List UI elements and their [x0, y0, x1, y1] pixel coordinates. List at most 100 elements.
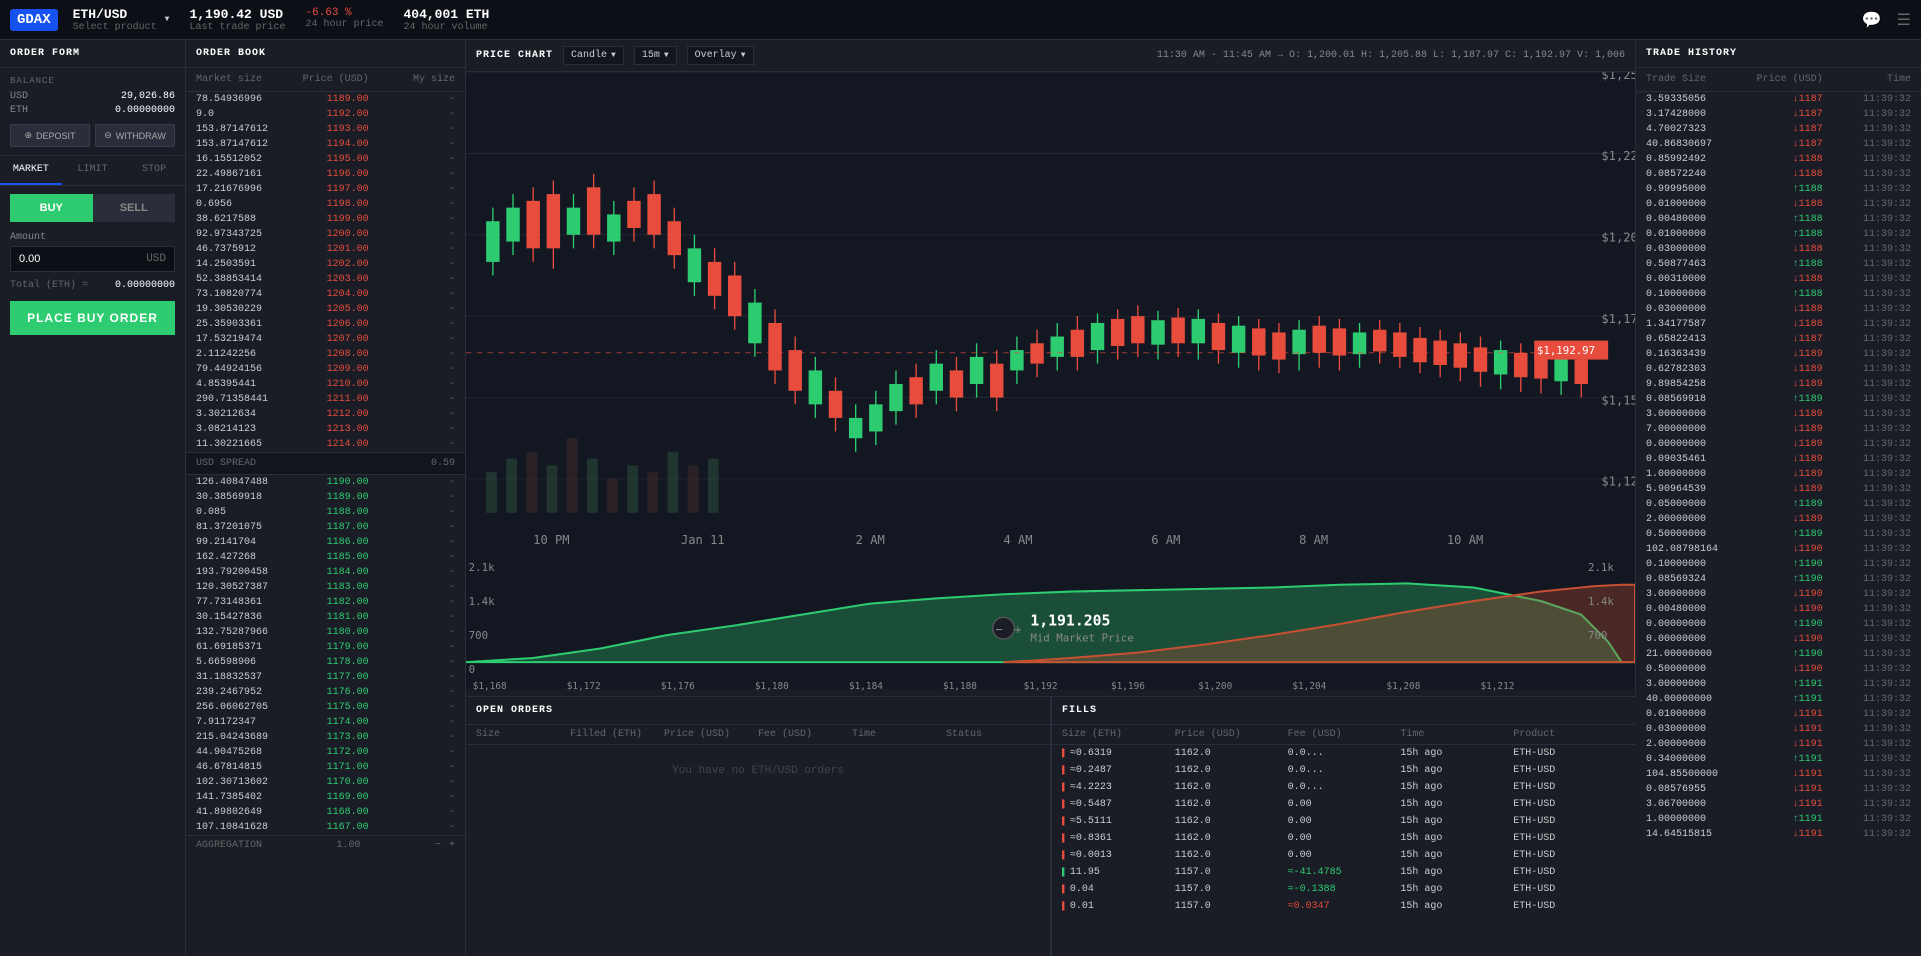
ob-bid-size: 81.37201075 [196, 522, 282, 533]
trade-size: 0.03000000 [1646, 244, 1734, 255]
trade-price: ↑1188 [1734, 184, 1822, 195]
trade-time: 11:39:32 [1823, 814, 1911, 825]
balance-actions: ⊕ DEPOSIT ⊖ WITHDRAW [10, 124, 175, 147]
ob-bid-row[interactable]: 162.427268 1185.00 - [186, 550, 465, 565]
ob-bid-mysize: - [369, 627, 455, 638]
ob-ask-row[interactable]: 46.7375912 1201.00 - [186, 242, 465, 257]
ob-ask-row[interactable]: 4.85395441 1210.00 - [186, 377, 465, 392]
ob-bid-row[interactable]: 7.91172347 1174.00 - [186, 715, 465, 730]
ob-ask-price: 1197.00 [282, 184, 368, 195]
ob-bid-row[interactable]: 5.66598906 1178.00 - [186, 655, 465, 670]
deposit-button[interactable]: ⊕ DEPOSIT [10, 124, 90, 147]
ob-bid-price: 1188.00 [282, 507, 368, 518]
ob-bid-size: 77.73148361 [196, 597, 282, 608]
trade-history-row: 3.06700000 ↓1191 11:39:32 [1636, 797, 1921, 812]
agg-increase-button[interactable]: + [449, 840, 455, 851]
tab-market[interactable]: MARKET [0, 156, 62, 185]
ob-bid-size: 41.89802649 [196, 807, 282, 818]
buy-sell-btns: BUY SELL [10, 194, 175, 222]
sell-button[interactable]: SELL [93, 194, 176, 222]
tab-limit[interactable]: LIMIT [62, 156, 124, 185]
ob-ask-row[interactable]: 79.44924156 1209.00 - [186, 362, 465, 377]
trade-time: 11:39:32 [1823, 424, 1911, 435]
ob-bid-row[interactable]: 44.90475268 1172.00 - [186, 745, 465, 760]
ob-ask-row[interactable]: 290.71358441 1211.00 - [186, 392, 465, 407]
place-order-button[interactable]: PLACE BUY ORDER [10, 301, 175, 335]
ob-ask-row[interactable]: 3.08214123 1213.00 - [186, 422, 465, 437]
trade-history-row: 0.00480000 ↑1188 11:39:32 [1636, 212, 1921, 227]
ob-ask-row[interactable]: 0.6956 1198.00 - [186, 197, 465, 212]
candle-control[interactable]: Candle ▼ [563, 46, 624, 65]
ob-bid-row[interactable]: 41.89802649 1168.00 - [186, 805, 465, 820]
ob-bid-row[interactable]: 99.2141704 1186.00 - [186, 535, 465, 550]
tab-stop[interactable]: STOP [123, 156, 185, 185]
ob-ask-row[interactable]: 3.30212634 1212.00 - [186, 407, 465, 422]
ob-bid-row[interactable]: 193.79200458 1184.00 - [186, 565, 465, 580]
ob-ask-row[interactable]: 52.38853414 1203.00 - [186, 272, 465, 287]
overlay-control[interactable]: Overlay ▼ [687, 46, 754, 65]
ob-bid-row[interactable]: 61.69185371 1179.00 - [186, 640, 465, 655]
trade-size: 0.05000000 [1646, 499, 1734, 510]
ob-bid-row[interactable]: 77.73148361 1182.00 - [186, 595, 465, 610]
svg-text:0: 0 [469, 663, 475, 676]
withdraw-button[interactable]: ⊖ WITHDRAW [95, 124, 175, 147]
ob-ask-row[interactable]: 14.2503591 1202.00 - [186, 257, 465, 272]
ob-bid-row[interactable]: 30.15427836 1181.00 - [186, 610, 465, 625]
ob-ask-row[interactable]: 153.87147612 1194.00 - [186, 137, 465, 152]
fill-time: 15h ago [1400, 748, 1513, 759]
ob-bid-price: 1180.00 [282, 627, 368, 638]
ob-bid-row[interactable]: 215.04243689 1173.00 - [186, 730, 465, 745]
ob-bid-row[interactable]: 31.18832537 1177.00 - [186, 670, 465, 685]
order-form-panel: ORDER FORM BALANCE USD 29,026.86 ETH 0.0… [0, 40, 186, 956]
ob-ask-row[interactable]: 16.15512052 1195.00 - [186, 152, 465, 167]
ob-ask-row[interactable]: 78.54936996 1189.00 - [186, 92, 465, 107]
trade-size: 40.00000000 [1646, 694, 1734, 705]
ob-ask-row[interactable]: 9.0 1192.00 - [186, 107, 465, 122]
ob-ask-mysize: - [369, 394, 455, 405]
trade-size: 0.65822413 [1646, 334, 1734, 345]
ob-bid-row[interactable]: 256.06062705 1175.00 - [186, 700, 465, 715]
ob-ask-row[interactable]: 92.97343725 1200.00 - [186, 227, 465, 242]
ob-bid-row[interactable]: 102.30713602 1170.00 - [186, 775, 465, 790]
product-selector[interactable]: ETH/USD Select product ▼ [73, 7, 170, 33]
ob-bid-row[interactable]: 81.37201075 1187.00 - [186, 520, 465, 535]
ob-ask-row[interactable]: 19.30530229 1205.00 - [186, 302, 465, 317]
ob-ask-row[interactable]: 153.87147612 1193.00 - [186, 122, 465, 137]
ob-col-market-size: Market size [196, 74, 282, 85]
ob-ask-mysize: - [369, 124, 455, 135]
ob-bid-row[interactable]: 132.75287966 1180.00 - [186, 625, 465, 640]
ob-ask-row[interactable]: 17.21676996 1197.00 - [186, 182, 465, 197]
agg-decrease-button[interactable]: − [435, 840, 441, 851]
trade-size: 0.09035461 [1646, 454, 1734, 465]
menu-icon[interactable]: ☰ [1897, 10, 1911, 30]
ob-ask-size: 16.15512052 [196, 154, 282, 165]
ob-bid-row[interactable]: 0.085 1188.00 - [186, 505, 465, 520]
ob-bid-row[interactable]: 120.30527387 1183.00 - [186, 580, 465, 595]
ob-ask-row[interactable]: 11.30221665 1214.00 - [186, 437, 465, 452]
ob-bid-price: 1189.00 [282, 492, 368, 503]
trade-price: ↑1191 [1734, 694, 1822, 705]
ob-bid-row[interactable]: 107.10841628 1167.00 - [186, 820, 465, 835]
ob-bid-mysize: - [369, 702, 455, 713]
ob-ask-row[interactable]: 73.10820774 1204.00 - [186, 287, 465, 302]
amount-input[interactable] [19, 253, 122, 265]
timeframe-control[interactable]: 15m ▼ [634, 46, 677, 65]
ob-ask-row[interactable]: 38.6217588 1199.00 - [186, 212, 465, 227]
ob-bid-price: 1175.00 [282, 702, 368, 713]
ob-bid-row[interactable]: 141.7385402 1169.00 - [186, 790, 465, 805]
ob-ask-row[interactable]: 17.53219474 1207.00 - [186, 332, 465, 347]
ob-ask-row[interactable]: 2.11242256 1208.00 - [186, 347, 465, 362]
ob-ask-row[interactable]: 25.35903361 1206.00 - [186, 317, 465, 332]
ob-ask-row[interactable]: 22.49867161 1196.00 - [186, 167, 465, 182]
ob-bid-row[interactable]: 46.67814815 1171.00 - [186, 760, 465, 775]
ob-bid-row[interactable]: 126.40847488 1190.00 - [186, 475, 465, 490]
ob-ask-size: 0.6956 [196, 199, 282, 210]
ob-bid-row[interactable]: 30.38569918 1189.00 - [186, 490, 465, 505]
balance-title: BALANCE [10, 76, 175, 86]
open-orders-header: OPEN ORDERS [466, 697, 1050, 725]
buy-button[interactable]: BUY [10, 194, 93, 222]
trade-history-row: 0.01000000 ↓1188 11:39:32 [1636, 197, 1921, 212]
ob-bid-row[interactable]: 239.2467952 1176.00 - [186, 685, 465, 700]
ob-ask-price: 1206.00 [282, 319, 368, 330]
chat-icon[interactable]: 💬 [1862, 10, 1882, 30]
